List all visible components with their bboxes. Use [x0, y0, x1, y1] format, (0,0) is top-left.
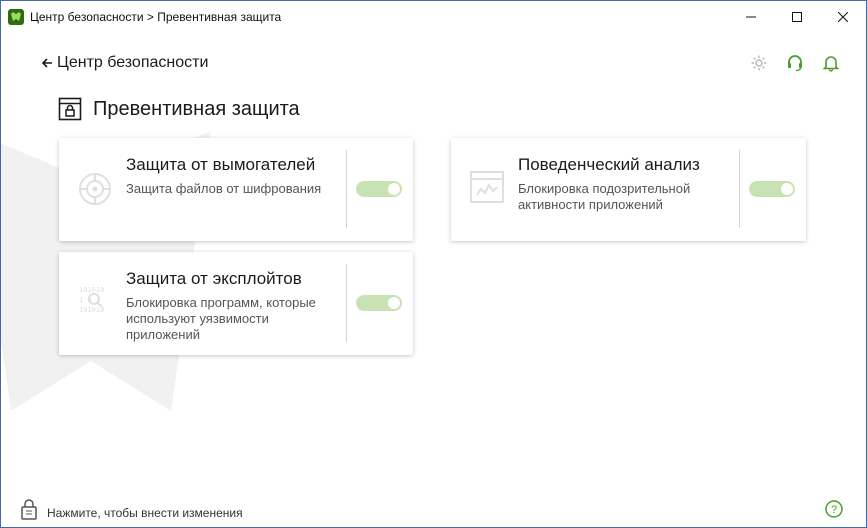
app-window: Центр безопасности > Превентивная защита… [0, 0, 867, 528]
svg-text:?: ? [831, 504, 837, 516]
title-bar: Центр безопасности > Превентивная защита [1, 1, 866, 33]
page-title: Превентивная защита [93, 97, 300, 120]
svg-text:101010: 101010 [79, 286, 104, 294]
unlock-settings-link[interactable]: Нажмите, чтобы внести изменения [47, 506, 243, 520]
card-title: Защита от вымогателей [126, 155, 316, 174]
card-divider [346, 150, 347, 228]
card-description: Блокировка программ, которые используют … [126, 295, 316, 342]
ransomware-shield-icon [79, 173, 111, 205]
help-icon[interactable]: ? [825, 500, 843, 518]
support-headset-icon[interactable] [785, 53, 805, 73]
card-ransomware-protection[interactable]: Защита от вымогателей Защита файлов от ш… [59, 138, 413, 241]
behavior-analysis-icon [470, 171, 504, 203]
exploit-protection-toggle[interactable] [356, 295, 402, 311]
back-link-label: Центр безопасности [57, 54, 209, 71]
window-controls [728, 1, 866, 33]
card-behavior-analysis[interactable]: Поведенческий анализ Блокировка подозрит… [451, 138, 806, 241]
svg-text:101010: 101010 [79, 306, 104, 314]
close-button[interactable] [820, 1, 866, 33]
card-divider [346, 264, 347, 342]
toggle-knob [781, 183, 793, 195]
maximize-icon [792, 12, 802, 22]
gear-icon[interactable] [749, 53, 769, 73]
minimize-button[interactable] [728, 1, 774, 33]
card-description: Защита файлов от шифрования [126, 181, 322, 196]
ransomware-protection-toggle[interactable] [356, 181, 402, 197]
toggle-knob [388, 183, 400, 195]
exploit-binary-icon: 101010 1 0 101010 [79, 286, 104, 314]
card-title: Защита от эксплойтов [126, 269, 302, 288]
back-link[interactable]: Центр безопасности [41, 54, 208, 72]
close-icon [838, 12, 848, 22]
arrow-left-icon [41, 58, 52, 68]
bell-icon[interactable] [821, 53, 841, 73]
card-description: Блокировка подозрительной активности при… [518, 181, 691, 212]
card-divider [739, 150, 740, 228]
maximize-button[interactable] [774, 1, 820, 33]
card-title: Поведенческий анализ [518, 155, 700, 174]
card-exploit-protection[interactable]: 101010 1 0 101010 Защита от эксплойтов Б… [59, 252, 413, 355]
toggle-knob [388, 297, 400, 309]
app-logo-icon [8, 9, 24, 25]
lock-icon[interactable] [20, 498, 38, 520]
preventive-protection-icon [58, 97, 82, 121]
top-toolbar [749, 53, 857, 73]
minimize-icon [746, 16, 756, 18]
window-title: Центр безопасности > Превентивная защита [30, 10, 282, 24]
behavior-analysis-toggle[interactable] [749, 181, 795, 197]
page-header: Превентивная защита [58, 97, 300, 121]
